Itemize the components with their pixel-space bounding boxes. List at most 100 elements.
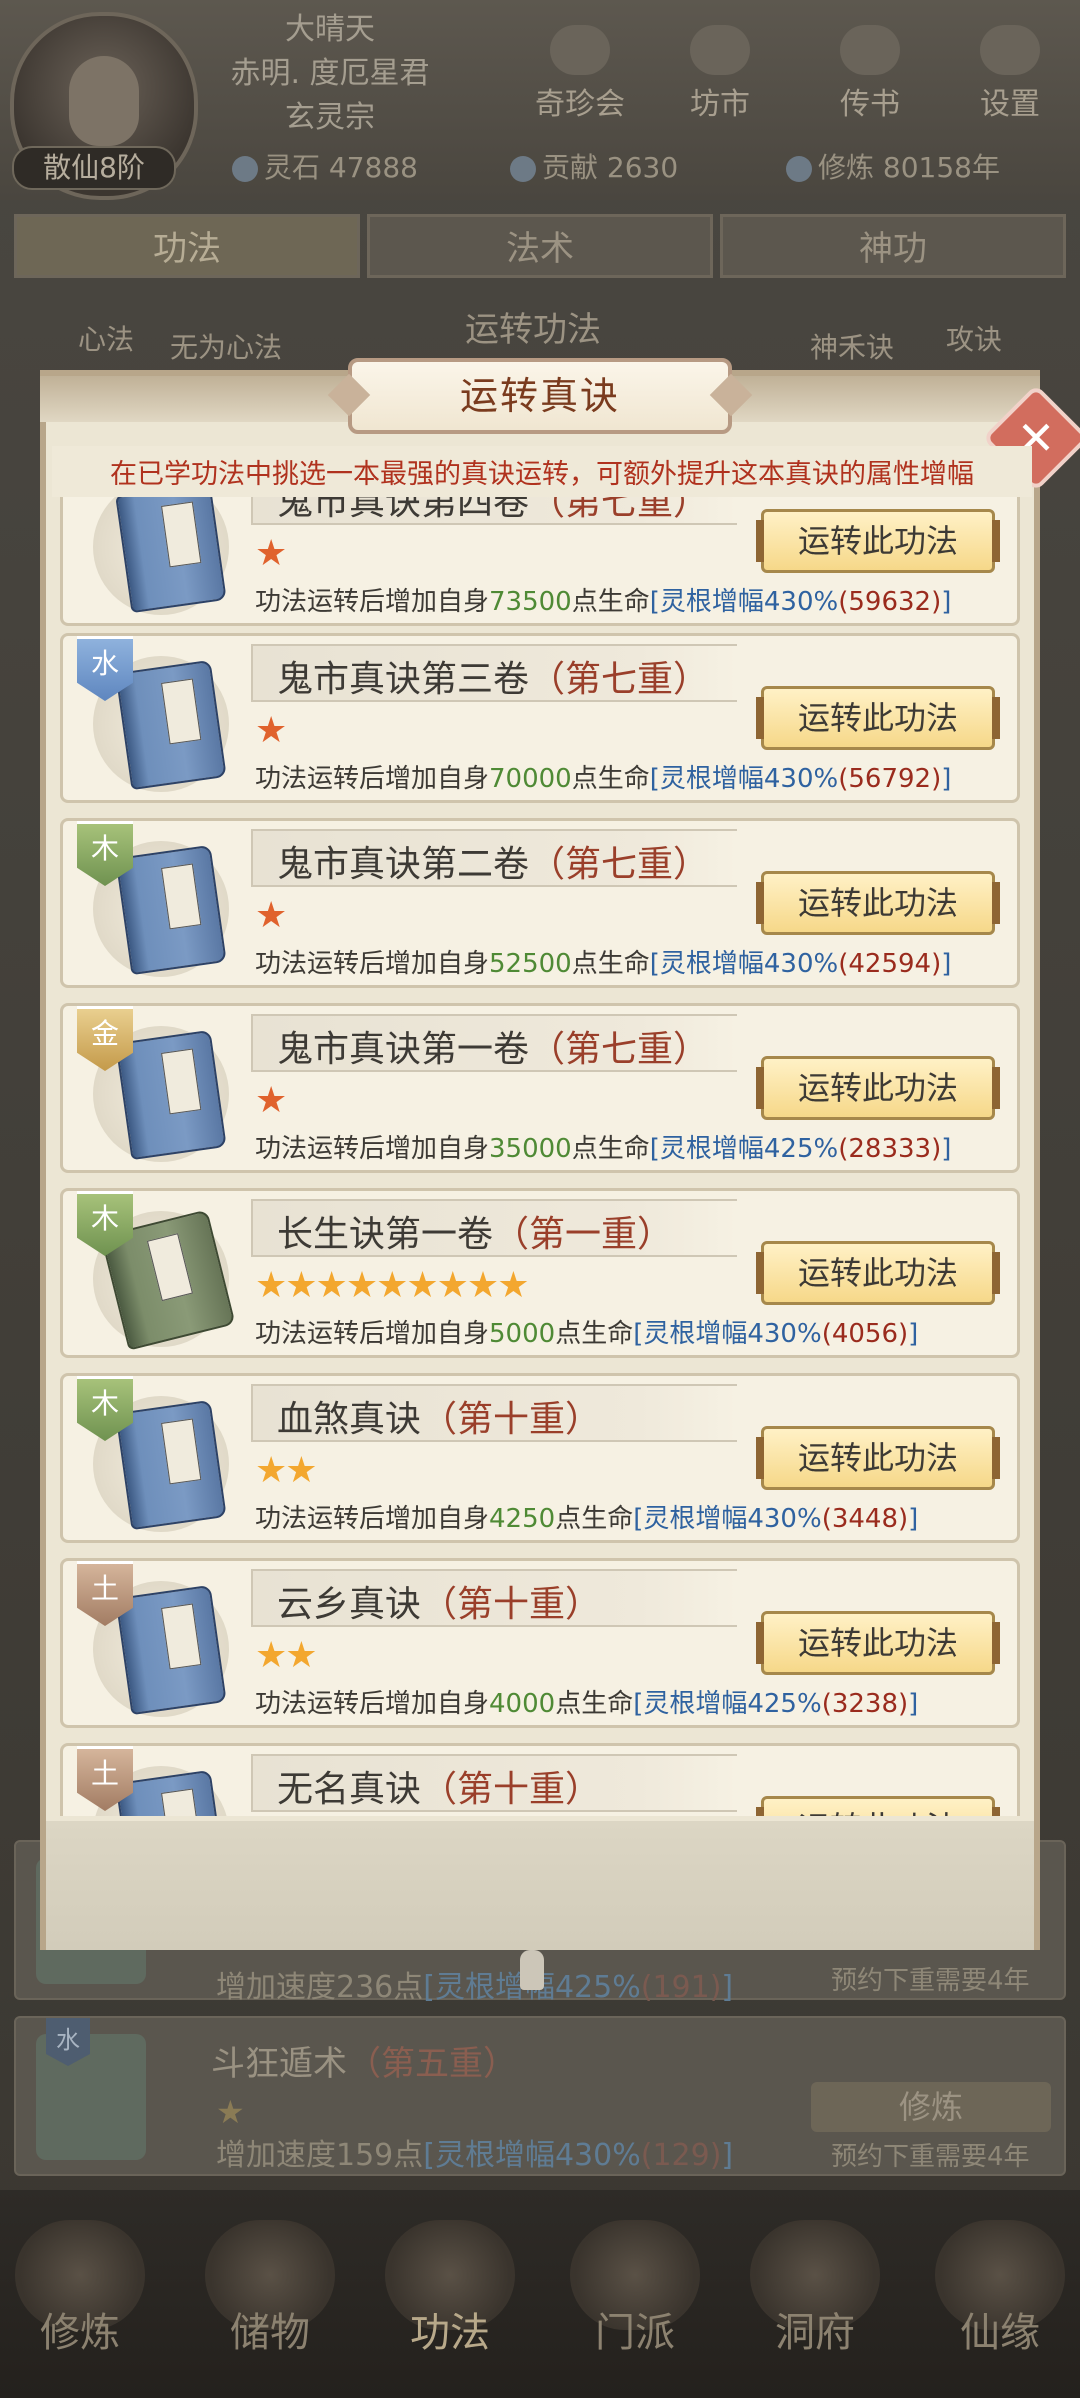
run-technique-button[interactable]: 运转此功法 bbox=[756, 509, 1000, 573]
technique-level: （第十重） bbox=[421, 1399, 602, 1440]
technique-stat: 功法运转后增加自身5000点生命[灵根增幅430%(4056)] bbox=[255, 1313, 918, 1350]
modal-title: 运转真诀 bbox=[348, 358, 732, 434]
market-button[interactable]: 坊市 bbox=[660, 25, 780, 125]
tab-gongfa[interactable]: 功法 bbox=[14, 214, 360, 278]
run-technique-button[interactable]: 运转此功法 bbox=[756, 871, 1000, 935]
technique-title: 鬼市真诀第四卷（第七重） bbox=[277, 496, 709, 525]
message-label: 传书 bbox=[840, 87, 900, 122]
stat-num: 70000 bbox=[489, 764, 572, 794]
list-item[interactable]: 水 斗狂遁术（第五重） ★ 增加速度159点[灵根增幅430%(129)] 修炼… bbox=[14, 2016, 1066, 2176]
cultivation-icon bbox=[786, 156, 812, 182]
stat-close: ] bbox=[941, 764, 952, 794]
list-item: 水 鬼市真诀第三卷（第七重） ★ 功法运转后增加自身70000点生命[灵根增幅4… bbox=[60, 633, 1020, 803]
stat-num: 52500 bbox=[489, 949, 572, 979]
technique-title: 无名真诀（第十重） bbox=[277, 1760, 601, 1812]
star-rating: ★ bbox=[255, 533, 287, 574]
message-button[interactable]: 传书 bbox=[810, 25, 930, 125]
technique-level: （第一重） bbox=[493, 1214, 674, 1255]
technique-level: （第十重） bbox=[421, 1584, 602, 1625]
star-rating: ★ bbox=[216, 2093, 245, 2131]
stat-close: ] bbox=[721, 2138, 734, 2173]
star-rating: ★ bbox=[255, 895, 287, 936]
stat-close: ] bbox=[908, 1319, 919, 1349]
contribution-counter: 贡献 2630 bbox=[510, 146, 678, 190]
stat-val: (191) bbox=[640, 1970, 722, 2005]
treasure-auction-label: 奇珍会 bbox=[535, 87, 625, 122]
spirit-stone-value: 47888 bbox=[328, 151, 418, 184]
spirit-stone-counter: 灵石 47888 bbox=[232, 146, 418, 190]
technique-name: 无名真诀 bbox=[277, 1769, 422, 1810]
technique-title: 鬼市真诀第一卷（第七重） bbox=[277, 1020, 709, 1072]
technique-title: 斗狂遁术（第五重） bbox=[211, 2036, 517, 2085]
sub-label-yunzhuan: 运转功法 bbox=[465, 310, 601, 350]
stat-mid: 点生命 bbox=[571, 1134, 650, 1164]
gear-icon bbox=[980, 25, 1040, 75]
run-technique-button[interactable]: 运转此功法 bbox=[756, 1056, 1000, 1120]
nav-cave[interactable]: 洞府 bbox=[740, 2220, 890, 2380]
technique-name: 鬼市真诀第三卷 bbox=[277, 659, 530, 700]
list-item: 金 鬼市真诀第一卷（第七重） ★ 功法运转后增加自身35000点生命[灵根增幅4… bbox=[60, 1003, 1020, 1173]
nav-label: 功法 bbox=[410, 2310, 490, 2356]
bell-ornament-icon bbox=[520, 1950, 544, 1990]
run-technique-button[interactable]: 运转此功法 bbox=[756, 1426, 1000, 1490]
stat-pct: [灵根增幅425% bbox=[649, 1134, 839, 1164]
list-item: 木 长生诀第一卷（第一重） ★★★★★★★★★ 功法运转后增加自身5000点生命… bbox=[60, 1188, 1020, 1358]
nav-label: 门派 bbox=[595, 2310, 675, 2356]
star-rating: ★ bbox=[255, 1080, 287, 1121]
message-icon bbox=[840, 25, 900, 75]
technique-level: （第七重） bbox=[529, 844, 710, 885]
tab-shengong[interactable]: 神功 bbox=[720, 214, 1066, 278]
lower-stat: 增加速度236点[灵根增幅425%(191)] bbox=[216, 1962, 733, 2006]
stat-close: ] bbox=[721, 1970, 734, 2005]
technique-name: 云乡真诀 bbox=[277, 1584, 422, 1625]
stat-prefix: 功法运转后增加自身 bbox=[255, 764, 490, 794]
technique-stat: 功法运转后增加自身4250点生命[灵根增幅430%(3448)] bbox=[255, 1498, 918, 1535]
next-level-note: 预约下重需要4年 bbox=[831, 1966, 1030, 1996]
stat-num: 4250 bbox=[489, 1504, 556, 1534]
technique-title: 长生诀第一卷（第一重） bbox=[277, 1205, 673, 1257]
nav-fate[interactable]: 仙缘 bbox=[925, 2220, 1075, 2380]
tab-fashu[interactable]: 法术 bbox=[367, 214, 713, 278]
contribution-label: 贡献 bbox=[542, 151, 599, 184]
stat-prefix: 功法运转后增加自身 bbox=[255, 587, 490, 617]
stat-pct: [灵根增幅430% bbox=[633, 1504, 822, 1534]
list-item: 土 无名真诀（第十重） 运转此功法 bbox=[60, 1743, 1020, 1816]
technique-stat: 功法运转后增加自身4000点生命[灵根增幅425%(3238)] bbox=[255, 1683, 918, 1720]
cultivate-button[interactable]: 修炼 bbox=[811, 2082, 1051, 2132]
technique-level: （第十重） bbox=[421, 1769, 602, 1810]
technique-name: 长生诀第一卷 bbox=[277, 1214, 494, 1255]
run-technique-button[interactable]: 运转此功法 bbox=[756, 1241, 1000, 1305]
stat-close: ] bbox=[908, 1689, 919, 1719]
nav-cultivate[interactable]: 修炼 bbox=[5, 2220, 155, 2380]
star-rating: ★ bbox=[255, 710, 287, 751]
run-technique-button[interactable]: 运转此功法 bbox=[756, 1611, 1000, 1675]
stat-val: (28333) bbox=[838, 1134, 942, 1164]
avatar-face bbox=[69, 56, 139, 146]
treasure-auction-button[interactable]: 奇珍会 bbox=[520, 25, 640, 125]
list-item: 鬼市真诀第四卷（第七重） ★ 功法运转后增加自身73500点生命[灵根增幅430… bbox=[60, 496, 1020, 626]
technique-title: 云乡真诀（第十重） bbox=[277, 1575, 601, 1627]
sect-name: 玄灵宗 bbox=[285, 100, 375, 135]
modal-footer bbox=[46, 1821, 1034, 1950]
technique-list[interactable]: 鬼市真诀第四卷（第七重） ★ 功法运转后增加自身73500点生命[灵根增幅430… bbox=[60, 496, 1020, 1816]
stat-val: (59632) bbox=[838, 587, 942, 617]
main-tabs: 功法 法术 神功 bbox=[14, 214, 1066, 280]
stat-num: 35000 bbox=[489, 1134, 572, 1164]
rank-badge: 散仙8阶 bbox=[12, 146, 176, 190]
nav-label: 洞府 bbox=[775, 2310, 855, 2356]
sub-label-wuwei: 无为心法 bbox=[170, 331, 283, 364]
settings-button[interactable]: 设置 bbox=[950, 25, 1070, 125]
nav-storage[interactable]: 储物 bbox=[195, 2220, 345, 2380]
nav-gongfa[interactable]: 功法 bbox=[375, 2220, 525, 2380]
nav-sect[interactable]: 门派 bbox=[560, 2220, 710, 2380]
settings-label: 设置 bbox=[980, 87, 1040, 122]
list-item: 木 血煞真诀（第十重） ★★ 功法运转后增加自身4250点生命[灵根增幅430%… bbox=[60, 1373, 1020, 1543]
stat-pct: [灵根增幅430% bbox=[649, 764, 839, 794]
stat-pct: [灵根增幅430% bbox=[633, 1319, 822, 1349]
run-technique-button[interactable]: 运转此功法 bbox=[756, 1796, 1000, 1816]
stat-text: 增加速度159点 bbox=[216, 2138, 424, 2173]
run-technique-button[interactable]: 运转此功法 bbox=[756, 686, 1000, 750]
stat-pct: [灵根增幅430% bbox=[649, 587, 839, 617]
stat-pct: [灵根增幅430% bbox=[423, 2138, 641, 2173]
stat-close: ] bbox=[941, 949, 952, 979]
